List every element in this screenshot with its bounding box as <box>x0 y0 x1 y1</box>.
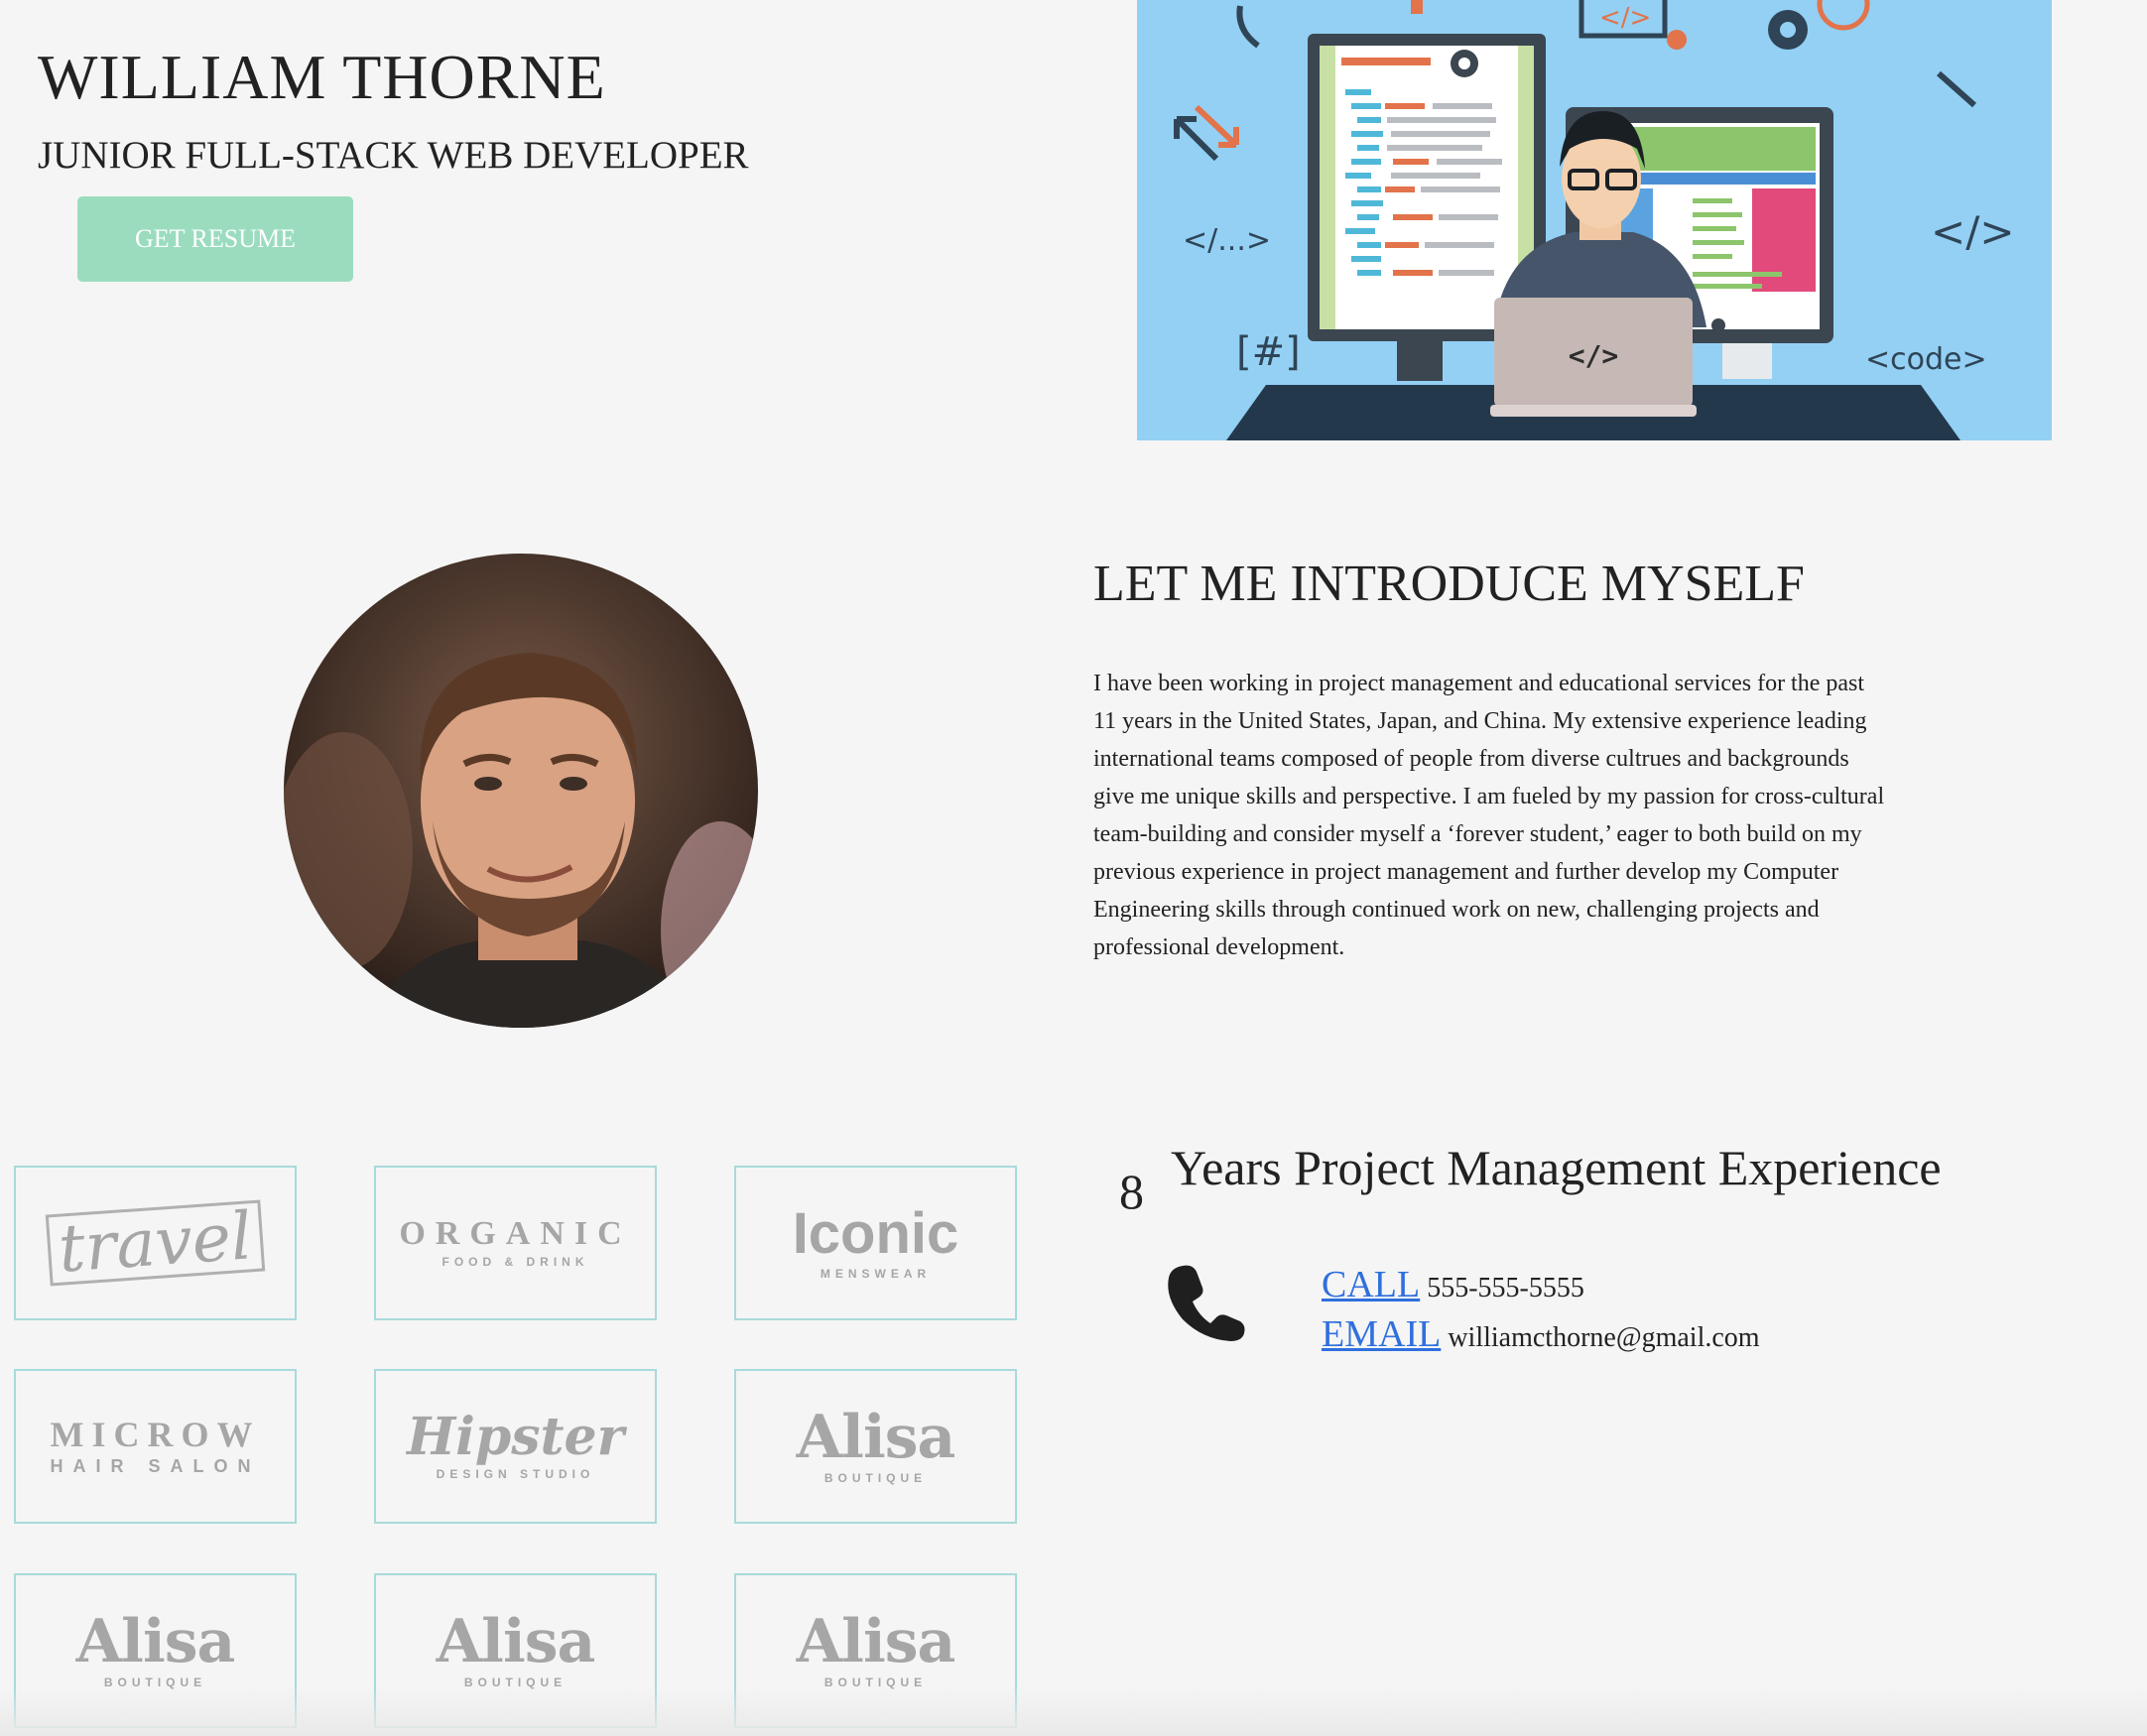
hero-illustration: </> </...> </> [#] <code> </> <box>1137 0 2052 440</box>
avatar-portrait <box>284 554 758 1028</box>
email-address: williamcthorne@gmail.com <box>1448 1322 1760 1353</box>
logo-card-alisa: Alisa BOUTIQUE <box>734 1369 1017 1524</box>
art-small-tag: </> <box>1599 3 1651 33</box>
get-resume-button[interactable]: GET RESUME <box>77 196 353 282</box>
logo-tagline: MENSWEAR <box>820 1267 932 1281</box>
logo-wordmark: ORGANIC <box>399 1215 632 1252</box>
logo-tagline: FOOD & DRINK <box>442 1255 589 1269</box>
logo-wordmark: travel <box>45 1197 266 1288</box>
logo-tagline: DESIGN STUDIO <box>436 1467 595 1481</box>
email-link[interactable]: EMAIL <box>1322 1313 1441 1355</box>
logo-wordmark: Alisa <box>75 1607 236 1676</box>
laptop-code-label: </> <box>1569 339 1619 372</box>
bottom-fade <box>0 1686 2147 1736</box>
job-title: JUNIOR FULL-STACK WEB DEVELOPER <box>38 134 749 177</box>
logo-wordmark: Iconic <box>792 1201 959 1266</box>
contact-block: CALL 555-555-5555 EMAIL williamcthorne@g… <box>1322 1262 1760 1361</box>
logo-card-hipster: Hipster DESIGN STUDIO <box>374 1369 657 1524</box>
logo-card-organic: ORGANIC FOOD & DRINK <box>374 1166 657 1320</box>
call-link[interactable]: CALL <box>1322 1264 1420 1305</box>
logo-tagline: BOUTIQUE <box>823 1471 928 1485</box>
stat-number: 8 <box>1119 1164 1144 1219</box>
stat-label: Years Project Management Experience <box>1171 1140 1942 1195</box>
logo-tagline: HAIR SALON <box>50 1455 261 1476</box>
logo-wordmark: Alisa <box>796 1607 956 1676</box>
logo-wordmark: Hipster <box>406 1407 625 1467</box>
phone-icon <box>1167 1262 1246 1341</box>
contact-call-row: CALL 555-555-5555 <box>1322 1262 1760 1311</box>
contact-email-row: EMAIL williamcthorne@gmail.com <box>1322 1311 1760 1361</box>
logo-card-microw: MICROW HAIR SALON <box>14 1369 297 1524</box>
art-tag-b: </> <box>1931 207 2015 256</box>
art-tag-a: </...> <box>1183 223 1271 258</box>
art-hash: [#] <box>1236 329 1301 375</box>
page-title-name: WILLIAM THORNE <box>38 42 606 112</box>
art-code: <code> <box>1865 342 1987 377</box>
logo-card-iconic: Iconic MENSWEAR <box>734 1166 1017 1320</box>
logo-wordmark: Alisa <box>436 1607 596 1676</box>
intro-paragraph: I have been working in project managemen… <box>1093 671 1885 960</box>
developer-illustration: </> </...> </> [#] <code> </> <box>1137 0 2052 440</box>
logo-wordmark: Alisa <box>796 1403 956 1472</box>
phone-number: 555-555-5555 <box>1427 1273 1584 1303</box>
logo-wordmark: MICROW <box>50 1414 261 1454</box>
intro-heading: LET ME INTRODUCE MYSELF <box>1093 556 1805 612</box>
logo-card-travel: travel <box>14 1166 297 1320</box>
profile-photo <box>284 554 758 1028</box>
